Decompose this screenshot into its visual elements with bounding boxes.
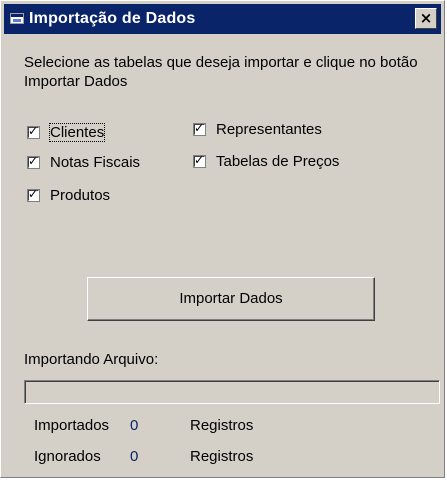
imported-unit: Registros — [190, 417, 254, 434]
checkbox-box[interactable]: ✓ — [193, 152, 206, 168]
checkmark-icon: ✓ — [194, 120, 205, 135]
ignored-count: 0 — [130, 448, 139, 465]
import-dialog: Importação de Dados × Selecione as tabel… — [0, 0, 445, 478]
checkbox-label: Notas Fiscais — [50, 153, 141, 171]
checkbox-label: Produtos — [50, 186, 111, 204]
checkmark-icon: ✓ — [194, 152, 205, 167]
close-button[interactable]: × — [415, 8, 437, 29]
app-window-icon — [10, 13, 24, 24]
imported-label: Importados — [34, 417, 110, 434]
import-progress-bar — [24, 380, 440, 404]
ignored-unit: Registros — [190, 448, 254, 465]
checkbox-notas-fiscais[interactable]: ✓ Notas Fiscais — [27, 152, 140, 172]
import-data-button[interactable]: Importar Dados — [87, 277, 375, 321]
checkbox-tabelas-de-precos[interactable]: ✓ Tabelas de Preços — [193, 151, 339, 171]
checkbox-clientes[interactable]: ✓ Clientes — [27, 122, 106, 142]
checkbox-box[interactable]: ✓ — [27, 123, 40, 139]
checkbox-box[interactable]: ✓ — [27, 186, 40, 202]
checkbox-box[interactable]: ✓ — [27, 153, 40, 169]
checkmark-icon: ✓ — [28, 123, 39, 138]
close-icon: × — [419, 9, 433, 27]
ignored-label: Ignorados — [34, 448, 101, 465]
checkbox-label: Representantes — [216, 120, 322, 138]
checkbox-label: Clientes — [48, 122, 106, 142]
instructions-text: Selecione as tabelas que deseja importar… — [24, 54, 418, 90]
title-bar[interactable]: Importação de Dados × — [4, 4, 441, 34]
checkbox-produtos[interactable]: ✓ Produtos — [27, 185, 110, 205]
imported-count: 0 — [130, 417, 139, 434]
checkbox-representantes[interactable]: ✓ Representantes — [193, 119, 322, 139]
checkmark-icon: ✓ — [28, 153, 39, 168]
checkbox-label: Tabelas de Preços — [216, 152, 340, 170]
stat-row-ignored: Ignorados 0 Registros — [1, 448, 446, 468]
stat-row-imported: Importados 0 Registros — [1, 417, 446, 437]
checkmark-icon: ✓ — [28, 186, 39, 201]
checkbox-box[interactable]: ✓ — [193, 120, 206, 136]
window-title: Importação de Dados — [29, 10, 196, 27]
importing-file-label: Importando Arquivo: — [24, 351, 159, 368]
